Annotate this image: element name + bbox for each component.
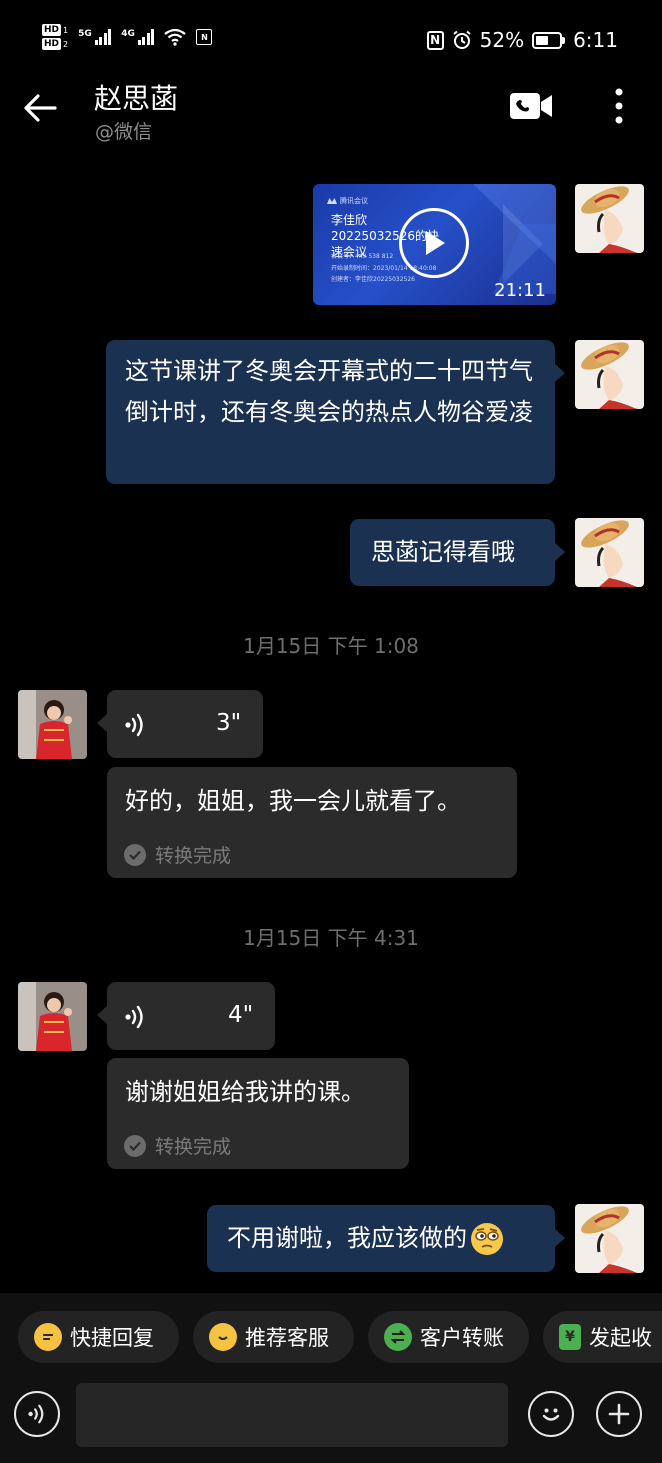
video-call-button[interactable]	[506, 86, 556, 126]
outgoing-message[interactable]: 这节课讲了冬奥会开幕式的二十四节气倒计时，还有冬奥会的热点人物谷爱凌	[106, 340, 555, 484]
quick-action-bar: 快捷回复 推荐客服 客户转账 ¥ 发起收	[0, 1293, 662, 1383]
emoji-button[interactable]	[528, 1391, 574, 1437]
video-creator: 创建者：李佳欣20225032526	[331, 276, 415, 283]
battery-percent: 52%	[479, 28, 525, 52]
back-button[interactable]	[18, 86, 62, 130]
bubble-tail	[555, 543, 565, 561]
wifi-icon	[164, 28, 187, 46]
convert-status: 转换完成	[124, 841, 231, 868]
check-circle-icon	[124, 1134, 146, 1157]
voice-transcript[interactable]: 谢谢姐姐给我讲的课。 转换完成	[107, 1058, 409, 1169]
status-right-icons: N 52% 6:11	[426, 28, 618, 52]
my-avatar[interactable]	[575, 184, 644, 253]
contact-avatar[interactable]	[18, 690, 87, 759]
voice-wave-icon	[125, 1005, 143, 1029]
signal-4g-icon: 4G	[121, 29, 155, 45]
my-avatar[interactable]	[575, 1204, 644, 1273]
clock: 6:11	[573, 28, 618, 52]
bubble-tail	[555, 1229, 565, 1247]
contact-avatar[interactable]	[18, 982, 87, 1051]
straw-hat-avatar-icon	[575, 1204, 644, 1273]
video-meeting-id: 会议号：449 538 812	[331, 253, 394, 260]
chip-quick-reply[interactable]: 快捷回复	[18, 1311, 179, 1363]
hd-indicators: HD 1 HD 2	[42, 24, 69, 50]
bubble-tail	[555, 364, 565, 382]
outgoing-message[interactable]: 不用谢啦，我应该做的	[207, 1205, 555, 1272]
video-camera-icon	[510, 93, 552, 119]
recommend-agent-icon	[209, 1323, 237, 1351]
contact-name: 赵思菡	[94, 82, 179, 115]
more-functions-button[interactable]	[596, 1391, 642, 1437]
straw-hat-avatar-icon	[575, 518, 644, 587]
chat-header: 赵思菡 @微信	[0, 80, 662, 152]
video-message[interactable]: 腾讯会议 李佳欣20225032526的快速会议 会议号：449 538 812…	[313, 184, 556, 305]
play-icon	[426, 231, 445, 255]
message-text: 这节课讲了冬奥会开幕式的二十四节气倒计时，还有冬奥会的热点人物谷爱凌	[125, 357, 533, 426]
smiley-icon	[542, 1408, 560, 1421]
voice-message[interactable]: 4"	[107, 982, 275, 1050]
transfer-icon	[384, 1323, 412, 1351]
check-circle-icon	[124, 843, 146, 866]
voice-duration: 3"	[216, 710, 242, 736]
battery-icon	[532, 31, 566, 49]
battery-level	[536, 35, 548, 45]
collect-money-icon: ¥	[559, 1324, 581, 1350]
signal-5g-icon: 5G	[78, 29, 112, 45]
plus-icon	[608, 1403, 630, 1425]
transcript-text: 好的，姐姐，我一会儿就看了。	[125, 787, 461, 815]
back-arrow-icon	[24, 94, 57, 122]
voice-transcript[interactable]: 好的，姐姐，我一会儿就看了。 转换完成	[107, 767, 517, 878]
straw-hat-avatar-icon	[575, 184, 644, 253]
my-avatar[interactable]	[575, 518, 644, 587]
convert-status: 转换完成	[124, 1132, 231, 1159]
outgoing-message[interactable]: 思菡记得看哦	[350, 519, 555, 586]
straw-hat-avatar-icon	[575, 340, 644, 409]
status-bar: HD 1 HD 2 5G 4G N N 52% 6:11	[0, 0, 662, 80]
girl-photo-avatar-icon	[18, 690, 87, 759]
thinking-emoji-icon	[471, 1222, 503, 1255]
voice-duration: 4"	[228, 1002, 254, 1028]
message-input[interactable]	[76, 1383, 508, 1447]
nfc-icon: N	[426, 30, 444, 50]
chip-recommend-agent[interactable]: 推荐客服	[193, 1311, 354, 1363]
girl-photo-avatar-icon	[18, 982, 87, 1051]
bubble-tail	[97, 714, 107, 732]
status-left-icons: HD 1 HD 2 5G 4G N	[42, 24, 213, 50]
voice-message[interactable]: 3"	[107, 690, 263, 758]
nfc-small-icon: N	[196, 29, 213, 45]
tencent-meeting-logo-icon	[327, 198, 337, 204]
video-brand: 腾讯会议	[327, 196, 368, 206]
more-vertical-icon	[615, 88, 623, 124]
voice-input-button[interactable]	[14, 1391, 60, 1437]
chip-customer-transfer[interactable]: 客户转账	[368, 1311, 529, 1363]
contact-source: @微信	[95, 121, 153, 143]
chip-collect-payment[interactable]: ¥ 发起收	[543, 1311, 662, 1363]
timestamp: 1月15日 下午 1:08	[243, 634, 419, 658]
input-bar	[0, 1383, 662, 1463]
play-button[interactable]	[399, 208, 469, 278]
my-avatar[interactable]	[575, 340, 644, 409]
voice-icon	[28, 1404, 44, 1424]
message-text: 思菡记得看哦	[371, 538, 515, 566]
timestamp: 1月15日 下午 4:31	[243, 926, 419, 950]
quick-reply-icon	[34, 1323, 62, 1351]
hd2-badge: HD	[42, 38, 62, 50]
hd1-badge: HD	[42, 24, 62, 36]
video-duration: 21:11	[494, 280, 546, 301]
message-text: 不用谢啦，我应该做的	[227, 1224, 467, 1252]
transcript-text: 谢谢姐姐给我讲的课。	[125, 1078, 365, 1106]
more-options-button[interactable]	[602, 84, 636, 128]
alarm-icon	[452, 30, 471, 49]
bubble-tail	[97, 1006, 107, 1024]
voice-wave-icon	[125, 713, 143, 737]
